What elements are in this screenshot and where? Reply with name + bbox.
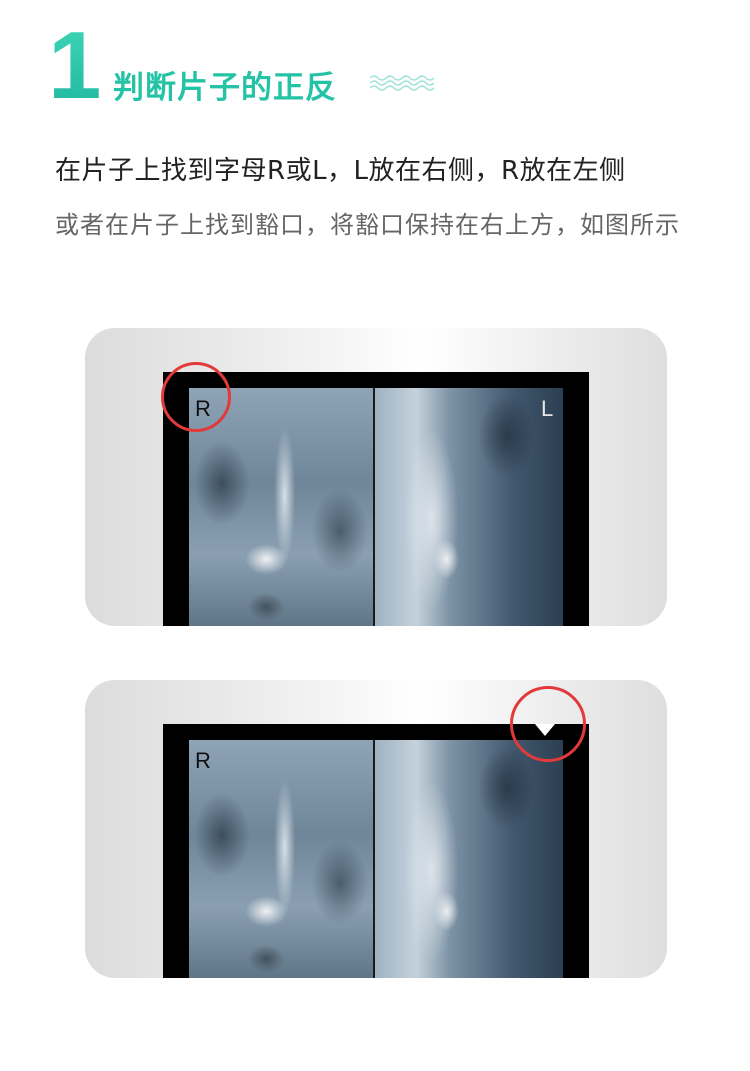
xray-ap-view	[189, 740, 373, 978]
highlight-circle	[510, 686, 586, 762]
step-number: 1	[48, 12, 102, 119]
xray-film: R	[163, 724, 589, 978]
marker-letter-l: L	[541, 396, 554, 421]
xray-lateral-view	[375, 740, 563, 978]
example-card-letter-marker: R L	[85, 328, 667, 626]
marker-letter-r: R	[195, 748, 211, 773]
xray-lateral-view	[375, 388, 563, 626]
instruction-primary: 在片子上找到字母R或L，L放在右侧，R放在左侧	[55, 156, 626, 186]
example-card-notch: R	[85, 680, 667, 978]
section-title: 判断片子的正反	[113, 70, 337, 106]
instruction-secondary: 或者在片子上找到豁口，将豁口保持在右上方，如图所示	[55, 211, 680, 239]
decorative-wave-icon	[370, 75, 435, 91]
highlight-circle	[161, 362, 231, 432]
